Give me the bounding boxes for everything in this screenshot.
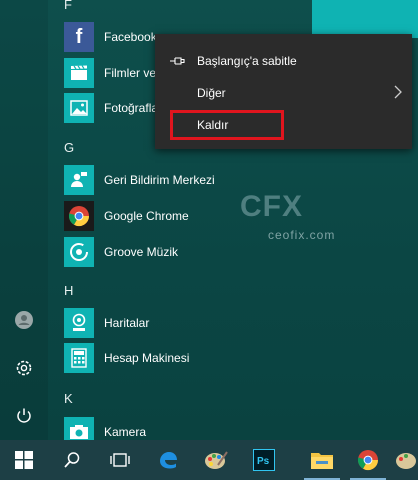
chevron-right-icon [394, 85, 402, 102]
edge-icon [160, 452, 177, 469]
start-button[interactable] [0, 440, 48, 480]
file-explorer-icon [311, 453, 333, 469]
user-account-button[interactable] [8, 304, 40, 336]
watermark-url: ceofix.com [268, 228, 336, 242]
app-label: Filmler ve [104, 66, 157, 80]
menu-item-pin-to-start[interactable]: Başlangıç'a sabitle [155, 46, 412, 76]
app-item-facebook[interactable]: f Facebook [64, 21, 157, 53]
facebook-icon: f [64, 22, 94, 52]
task-view-button[interactable] [96, 440, 144, 480]
menu-item-label: Diğer [197, 86, 226, 100]
section-letter-k[interactable]: K [64, 391, 73, 406]
pin-icon [155, 56, 199, 66]
taskbar-paint-2[interactable] [394, 440, 418, 480]
app-label: Facebook [104, 30, 157, 44]
menu-item-more[interactable]: Diğer [155, 78, 412, 108]
paint-icon [205, 451, 228, 469]
app-label: Haritalar [104, 316, 150, 330]
start-tile[interactable] [312, 0, 418, 38]
app-label: Google Chrome [104, 209, 189, 223]
app-item-google-chrome[interactable]: Google Chrome [64, 200, 189, 232]
app-item-geri-bildirim[interactable]: Geri Bildirim Merkezi [64, 164, 215, 196]
section-letter-h[interactable]: H [64, 283, 73, 298]
taskbar-paint[interactable] [192, 440, 240, 480]
movies-icon [64, 58, 94, 88]
start-left-rail [0, 0, 48, 440]
menu-item-label: Başlangıç'a sabitle [197, 54, 297, 68]
groove-music-icon [64, 237, 94, 267]
taskbar: Ps [0, 440, 418, 480]
chrome-icon [357, 450, 379, 471]
svg-text:Ps: Ps [257, 456, 270, 467]
app-item-filmler[interactable]: Filmler ve [64, 57, 156, 89]
settings-button[interactable] [8, 352, 40, 384]
paint-icon [396, 453, 416, 469]
app-item-fotograflar[interactable]: Fotoğrafla [64, 92, 158, 124]
search-icon [64, 452, 80, 468]
app-label: Groove Müzik [104, 245, 179, 259]
app-label: Fotoğrafla [104, 101, 159, 115]
app-item-hesap-makinesi[interactable]: Hesap Makinesi [64, 342, 189, 374]
ceofix-watermark: CFX ceofix.com [240, 190, 340, 245]
task-view-icon [110, 453, 130, 467]
app-label: Kamera [104, 425, 147, 439]
photoshop-icon: Ps [253, 449, 275, 471]
taskbar-photoshop[interactable]: Ps [240, 440, 288, 480]
settings-icon [16, 360, 32, 376]
power-icon [17, 408, 31, 423]
user-icon [15, 311, 33, 329]
taskbar-edge[interactable] [144, 440, 192, 480]
maps-icon [64, 308, 94, 338]
taskbar-chrome[interactable] [344, 440, 392, 480]
feedback-hub-icon [64, 165, 94, 195]
app-label: Hesap Makinesi [104, 351, 190, 365]
watermark-logo: CFX [240, 190, 303, 223]
windows-start-icon [15, 451, 33, 469]
photos-icon [64, 93, 94, 123]
section-letter-f[interactable]: F [64, 0, 72, 12]
app-label: Geri Bildirim Merkezi [104, 173, 215, 187]
chrome-icon [64, 201, 94, 231]
section-letter-g[interactable]: G [64, 140, 74, 155]
taskbar-file-explorer[interactable] [298, 440, 346, 480]
calculator-icon [64, 343, 94, 373]
app-item-haritalar[interactable]: Haritalar [64, 307, 149, 339]
uninstall-highlight-box [170, 110, 284, 140]
app-item-groove[interactable]: Groove Müzik [64, 236, 178, 268]
power-button[interactable] [8, 400, 40, 432]
search-button[interactable] [48, 440, 96, 480]
